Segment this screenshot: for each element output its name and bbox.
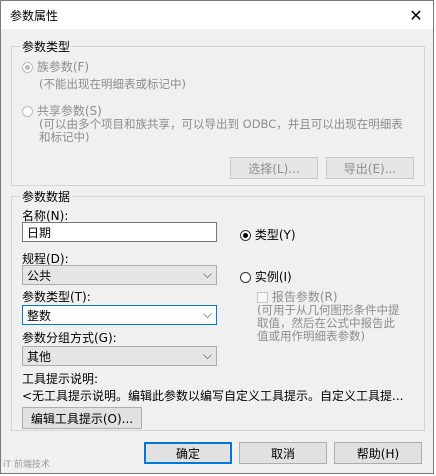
export-button[interactable]: 导出(E)... (326, 157, 414, 179)
watermark: iT 前端技术 (3, 460, 50, 470)
chevron-down-icon: ⌵ (202, 267, 212, 281)
tooltip-text: <无工具提示说明。编辑此参数以编写自定义工具提示。自定义工具提... (22, 389, 404, 403)
type-radio[interactable]: 类型(Y) (240, 226, 296, 243)
chevron-down-icon: ⌵ (202, 348, 212, 362)
discipline-value: 公共 (27, 269, 52, 283)
chevron-down-icon: ⌵ (202, 307, 212, 321)
parameter-type-value: 整数 (27, 309, 52, 323)
shared-parameter-description-line2: 和标记中) (39, 130, 90, 144)
parameter-type-group: 参数类型 族参数(F) (不能出现在明细表或标记中) 共享参数(S) (可以由多… (11, 38, 425, 186)
edit-tooltip-button[interactable]: 编辑工具提示(O)... (22, 407, 142, 429)
report-parameter-description-line3: 值或用作明细表参数) (257, 329, 365, 343)
group-by-value: 其他 (27, 350, 52, 364)
radio-icon (240, 230, 251, 241)
instance-radio[interactable]: 实例(I) (240, 268, 292, 285)
close-button[interactable]: ✕ (401, 1, 431, 29)
select-button[interactable]: 选择(L)... (230, 157, 318, 179)
group-by-select[interactable]: 其他 ⌵ (22, 346, 217, 366)
dialog-title: 参数属性 (10, 9, 59, 23)
discipline-select[interactable]: 公共 ⌵ (22, 265, 217, 285)
shared-parameter-label: 共享参数(S) (36, 104, 102, 118)
family-parameter-description: (不能出现在明细表或标记中) (39, 77, 186, 91)
family-parameter-radio[interactable]: 族参数(F) (22, 58, 89, 75)
family-parameter-label: 族参数(F) (36, 60, 90, 74)
radio-icon (22, 106, 33, 117)
group-by-label: 参数分组方式(G): (22, 331, 117, 345)
parameter-type-label: 参数类型(T): (22, 290, 91, 304)
checkbox-icon (257, 292, 268, 303)
title-bar: 参数属性 ✕ (1, 1, 433, 29)
shared-parameter-description-line1: (可以由多个项目和族共享，可以导出到 ODBC，并且可以出现在明细表 (39, 117, 403, 131)
report-parameter-label: 报告参数(R) (271, 290, 338, 304)
parameter-type-legend: 参数类型 (20, 38, 73, 55)
cancel-button[interactable]: 取消 (239, 442, 327, 464)
parameter-data-group: 参数数据 名称(N): 日期 类型(Y) 规程(D): 公共 ⌵ 实例(I) 参… (11, 188, 425, 431)
name-input[interactable]: 日期 (22, 222, 217, 242)
parameter-properties-dialog: 参数属性 ✕ 参数类型 族参数(F) (不能出现在明细表或标记中) 共享参数(S… (0, 0, 434, 474)
parameter-type-select[interactable]: 整数 ⌵ (22, 305, 217, 325)
help-button[interactable]: 帮助(H) (334, 442, 422, 464)
parameter-data-legend: 参数数据 (20, 188, 73, 205)
close-icon: ✕ (409, 5, 423, 25)
radio-icon (240, 272, 251, 283)
type-radio-label: 类型(Y) (254, 228, 296, 242)
radio-icon (22, 62, 33, 73)
ok-button[interactable]: 确定 (144, 442, 232, 464)
instance-radio-label: 实例(I) (254, 270, 292, 284)
tooltip-label: 工具提示说明: (22, 372, 99, 386)
